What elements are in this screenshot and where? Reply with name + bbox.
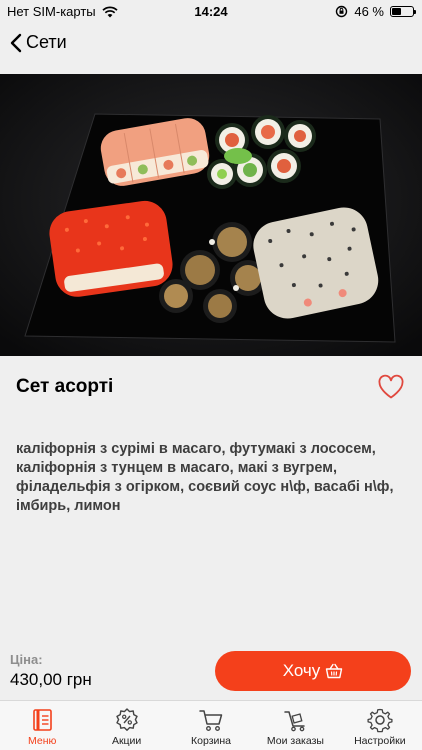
add-to-cart-button[interactable]: Хочу — [215, 651, 411, 691]
cart-icon — [199, 710, 223, 731]
battery-percent: 46 % — [354, 4, 384, 19]
back-button[interactable]: Сети — [10, 32, 67, 53]
tab-promotions-label: Акции — [111, 735, 142, 747]
add-to-cart-label: Хочу — [282, 661, 321, 680]
nav-bar: Сети — [0, 22, 422, 74]
sushi-platter-illustration — [0, 74, 422, 356]
favorite-button[interactable] — [377, 374, 405, 400]
basket-icon — [326, 663, 343, 679]
tab-promotions[interactable]: Акции — [84, 701, 168, 750]
tab-my-orders-label: Мои заказы — [266, 735, 324, 747]
price-label: Ціна: — [10, 652, 43, 667]
heart-icon — [378, 374, 404, 399]
tab-menu[interactable]: Меню — [0, 701, 84, 750]
menu-book-icon — [33, 709, 53, 731]
status-bar: Нет SIM-карты 14:24 46 % — [0, 0, 422, 22]
battery-fill — [392, 8, 402, 15]
battery-icon — [390, 6, 416, 17]
gear-icon — [367, 708, 393, 733]
status-right: 46 % — [335, 4, 416, 19]
tab-cart-label: Корзина — [191, 735, 232, 747]
back-label: Сети — [26, 32, 67, 52]
tobiko-roll — [49, 200, 173, 297]
tab-cart[interactable]: Корзина — [169, 701, 253, 750]
orientation-lock-icon — [336, 5, 348, 18]
product-image — [0, 74, 422, 356]
tab-my-orders[interactable]: Мои заказы — [253, 701, 337, 750]
chevron-left-icon — [10, 33, 22, 52]
price-value: 430,00 грн — [10, 670, 92, 689]
tab-menu-label: Меню — [28, 735, 57, 747]
tab-bar: Меню Акции Корзина Мои заказы Настройки — [0, 700, 422, 750]
tab-settings[interactable]: Настройки — [338, 701, 422, 750]
product-title: Сет асорті — [16, 376, 114, 397]
tab-settings-label: Настройки — [354, 735, 406, 747]
product-description: каліфорнія з сурімі в масаго, футумакі з… — [16, 441, 394, 514]
discount-gear-icon — [115, 708, 138, 731]
delivery-cart-icon — [284, 711, 306, 732]
